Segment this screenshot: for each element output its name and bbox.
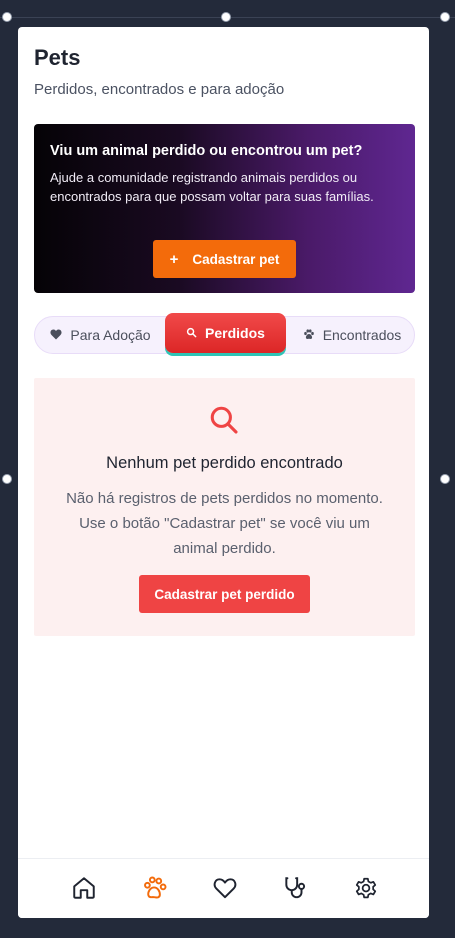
empty-state-title: Nenhum pet perdido encontrado	[106, 454, 343, 472]
register-pet-button[interactable]: + Cadastrar pet	[153, 240, 296, 278]
tab-encontrados[interactable]: Encontrados	[288, 317, 416, 353]
search-icon	[186, 325, 205, 341]
tab-label: Encontrados	[322, 327, 402, 343]
page-title: Pets	[34, 45, 81, 70]
pet-category-tabs: Para Adoção Perdidos Encontrados	[34, 313, 416, 354]
register-lost-pet-button[interactable]: Cadastrar pet perdido	[139, 575, 310, 613]
resize-handle-top-center[interactable]	[221, 12, 231, 22]
search-icon	[208, 404, 240, 441]
nav-settings[interactable]	[352, 876, 380, 904]
tab-label: Para Adoção	[70, 327, 151, 343]
resize-handle-middle-right[interactable]	[440, 474, 450, 484]
heart-icon	[50, 327, 70, 343]
resize-handle-middle-left[interactable]	[2, 474, 12, 484]
nav-favorites[interactable]	[211, 876, 239, 904]
tab-para-adocao[interactable]: Para Adoção	[35, 317, 166, 353]
tab-label: Perdidos	[205, 325, 265, 341]
empty-state-card: Nenhum pet perdido encontrado Não há reg…	[34, 378, 415, 636]
paw-icon	[303, 327, 323, 343]
paw-icon	[142, 875, 168, 906]
bottom-navigation	[18, 858, 429, 918]
nav-veterinary[interactable]	[281, 876, 309, 904]
stethoscope-icon	[282, 875, 308, 906]
banner-heading: Viu um animal perdido ou encontrou um pe…	[50, 143, 363, 159]
nav-pets[interactable]	[141, 876, 169, 904]
heart-icon	[212, 875, 238, 906]
resize-handle-top-left[interactable]	[2, 12, 12, 22]
home-icon	[71, 875, 97, 906]
empty-state-text: Não há registros de pets perdidos no mom…	[66, 490, 383, 557]
page-subtitle: Perdidos, encontrados e para adoção	[34, 81, 285, 98]
app-screen: Pets Perdidos, encontrados e para adoção…	[18, 27, 429, 918]
nav-home[interactable]	[70, 876, 98, 904]
gear-icon	[353, 875, 379, 906]
report-pet-banner: Viu um animal perdido ou encontrou um pe…	[34, 124, 415, 293]
plus-icon: +	[169, 250, 179, 268]
tab-perdidos[interactable]: Perdidos	[165, 313, 286, 353]
banner-text: Ajude a comunidade registrando animais p…	[50, 170, 374, 204]
resize-handle-top-right[interactable]	[440, 12, 450, 22]
register-pet-button-label: Cadastrar pet	[192, 251, 280, 267]
